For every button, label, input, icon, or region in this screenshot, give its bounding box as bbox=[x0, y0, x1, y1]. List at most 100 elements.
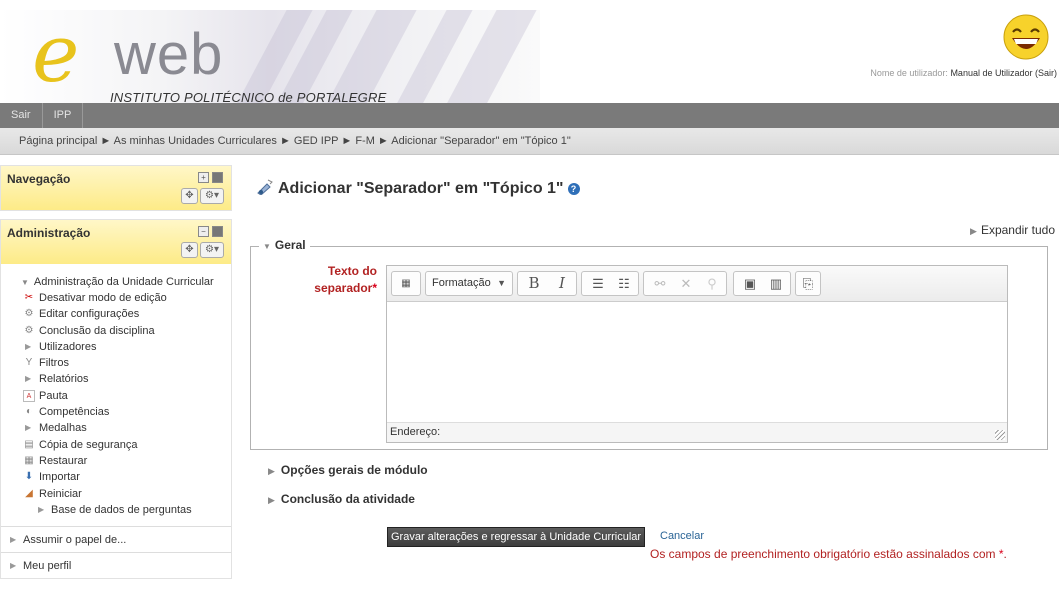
help-icon[interactable]: ? bbox=[567, 183, 580, 195]
administration-title[interactable]: Administração bbox=[7, 226, 90, 240]
admin-section-header[interactable]: ▼ Administração da Unidade Curricular bbox=[1, 274, 231, 290]
admin-section-label: Administração da Unidade Curricular bbox=[33, 276, 214, 288]
arrow-right-icon: ▶ bbox=[38, 504, 45, 514]
arrow-right-icon: ▶ bbox=[268, 495, 275, 505]
admin-item-reports[interactable]: ▶ Relatórios bbox=[1, 371, 231, 387]
editor-content-area[interactable] bbox=[387, 302, 1007, 422]
assume-role-item[interactable]: ▶ Assumir o papel de... bbox=[1, 526, 231, 552]
list-item-label: Utilizadores bbox=[39, 340, 97, 353]
expand-all-label: Expandir tudo bbox=[980, 223, 1055, 237]
admin-item-grades[interactable]: A Pauta bbox=[1, 388, 231, 404]
general-section-legend[interactable]: ▼ Geral bbox=[259, 238, 310, 252]
main-content: Adicionar "Separador" em "Tópico 1"? ▶ Ex… bbox=[240, 155, 1059, 596]
list-item-label: Editar configurações bbox=[39, 308, 140, 321]
logout-link[interactable]: (Sair) bbox=[1035, 68, 1057, 78]
hide-block-icon[interactable] bbox=[212, 172, 223, 183]
reset-icon: ◢ bbox=[25, 487, 33, 499]
institution-banner: e web INSTITUTO POLITÉCNICO de PORTALEGR… bbox=[0, 10, 540, 103]
logo-letter: e bbox=[32, 10, 80, 100]
my-profile-item[interactable]: ▶ Meu perfil bbox=[1, 552, 231, 578]
link-icon[interactable]: ⚯ bbox=[648, 272, 672, 295]
hide-block-icon[interactable] bbox=[212, 226, 223, 237]
image-icon[interactable]: ▣ bbox=[738, 272, 762, 295]
chevron-down-icon: ▼ bbox=[21, 278, 29, 287]
module-options-section[interactable]: ▶ Opções gerais de módulo bbox=[268, 463, 428, 477]
filter-icon: Y bbox=[25, 357, 33, 369]
list-item-label: Meu perfil bbox=[23, 560, 72, 573]
menu-item-sair[interactable]: Sair bbox=[0, 103, 43, 128]
page-title: Adicionar "Separador" em "Tópico 1"? bbox=[256, 179, 580, 198]
institution-name: INSTITUTO POLITÉCNICO de PORTALEGRE bbox=[110, 90, 387, 103]
resize-handle-icon[interactable] bbox=[995, 430, 1005, 440]
admin-item-question-bank[interactable]: ▶ Base de dados de perguntas bbox=[1, 502, 231, 518]
toolbar-toggle-button[interactable]: ▦ bbox=[391, 271, 421, 296]
gear-menu-icon[interactable]: ⚙▾ bbox=[200, 242, 224, 258]
competencies-icon: ◐ bbox=[25, 406, 33, 418]
separator-text-label: Texto do separador* bbox=[277, 263, 377, 297]
manage-files-button[interactable]: ⎘ bbox=[795, 271, 821, 296]
navigation-block-header: Navegação + ✥ ⚙▾ bbox=[1, 166, 231, 210]
bold-icon[interactable]: B bbox=[522, 272, 546, 295]
breadcrumb-text[interactable]: Página principal ► As minhas Unidades Cu… bbox=[19, 135, 571, 147]
label-module-icon bbox=[257, 179, 273, 195]
module-options-title: Opções gerais de módulo bbox=[280, 463, 428, 477]
list-group: ☰ ☷ bbox=[581, 271, 639, 296]
move-icon[interactable]: ✥ bbox=[181, 188, 198, 204]
general-section-title: Geral bbox=[274, 238, 306, 252]
numbered-list-icon[interactable]: ☷ bbox=[612, 272, 636, 295]
format-dropdown[interactable]: Formatação ▼ bbox=[425, 271, 513, 296]
collapse-icon[interactable]: − bbox=[198, 226, 209, 237]
list-item-label: Conclusão da disciplina bbox=[39, 324, 155, 337]
keyboard-icon: ▦ bbox=[401, 278, 411, 289]
admin-item-users[interactable]: ▶ Utilizadores bbox=[1, 339, 231, 355]
admin-item-restore[interactable]: ▦ Restaurar bbox=[1, 453, 231, 469]
menu-item-ipp[interactable]: IPP bbox=[43, 103, 84, 128]
import-icon: ⬇ bbox=[24, 471, 34, 483]
move-icon[interactable]: ✥ bbox=[181, 242, 198, 258]
italic-icon[interactable]: I bbox=[550, 272, 574, 295]
bullet-list-icon[interactable]: ☰ bbox=[586, 272, 610, 295]
unlink-icon[interactable]: ✕ bbox=[674, 272, 698, 295]
admin-item-competencies[interactable]: ◐ Competências bbox=[1, 404, 231, 420]
admin-item-import[interactable]: ⬇ Importar bbox=[1, 469, 231, 485]
admin-item-reset[interactable]: ◢ Reiniciar bbox=[1, 486, 231, 502]
expand-all-link[interactable]: ▶ Expandir tudo bbox=[970, 223, 1055, 237]
admin-item-course-completion[interactable]: ⚙ Conclusão da disciplina bbox=[1, 323, 231, 339]
clipboard-icon: ⎘ bbox=[802, 276, 814, 291]
restore-icon: ▦ bbox=[24, 454, 34, 466]
text-style-group: B I bbox=[517, 271, 577, 296]
admin-item-badges[interactable]: ▶ Medalhas bbox=[1, 420, 231, 436]
admin-item-settings[interactable]: ⚙ Editar configurações bbox=[1, 306, 231, 322]
save-and-return-button[interactable]: Gravar alterações e regressar à Unidade … bbox=[387, 527, 646, 547]
user-name-link[interactable]: Manual de Utilizador bbox=[950, 68, 1032, 78]
admin-item-backup[interactable]: ▤ Cópia de segurança bbox=[1, 437, 231, 453]
user-info: Nome de utilizador: Manual de Utilizador… bbox=[870, 68, 1057, 78]
arrow-right-icon: ▶ bbox=[10, 535, 17, 545]
dock-icon[interactable]: + bbox=[198, 172, 209, 183]
cancel-link[interactable]: Cancelar bbox=[660, 530, 704, 542]
navigation-title[interactable]: Navegação bbox=[7, 172, 70, 186]
required-note-text: Os campos de preenchimento obrigatório e… bbox=[650, 547, 996, 561]
gear-menu-icon[interactable]: ⚙▾ bbox=[200, 188, 224, 204]
list-item-label: Filtros bbox=[39, 357, 69, 370]
admin-item-filters[interactable]: Y Filtros bbox=[1, 355, 231, 371]
arrow-right-icon: ▶ bbox=[25, 341, 32, 351]
arrow-right-icon: ▶ bbox=[268, 466, 275, 476]
navigation-block: Navegação + ✥ ⚙▾ bbox=[0, 165, 232, 211]
activity-completion-section[interactable]: ▶ Conclusão da atividade bbox=[268, 492, 415, 506]
list-item-label: Medalhas bbox=[39, 422, 87, 435]
general-section: ▼ Geral Texto do separador* ▦ Formatação ▼… bbox=[250, 238, 1048, 450]
arrow-right-icon: ▶ bbox=[25, 423, 32, 433]
admin-item-edit-mode[interactable]: ✂ Desativar modo de edição bbox=[1, 290, 231, 306]
breadcrumb: Página principal ► As minhas Unidades Cu… bbox=[0, 128, 1059, 155]
media-group: ▣ ▥ bbox=[733, 271, 791, 296]
list-item-label: Desativar modo de edição bbox=[39, 292, 167, 304]
anchor-icon[interactable]: ⚲ bbox=[700, 272, 724, 295]
chevron-down-icon: ▼ bbox=[497, 278, 506, 288]
grades-icon: A bbox=[23, 389, 35, 402]
list-item-label: Importar bbox=[39, 471, 80, 484]
media-icon[interactable]: ▥ bbox=[764, 272, 788, 295]
link-group: ⚯ ✕ ⚲ bbox=[643, 271, 727, 296]
list-item-label: Cópia de segurança bbox=[39, 438, 138, 451]
top-menu-bar: Sair IPP bbox=[0, 103, 1059, 128]
